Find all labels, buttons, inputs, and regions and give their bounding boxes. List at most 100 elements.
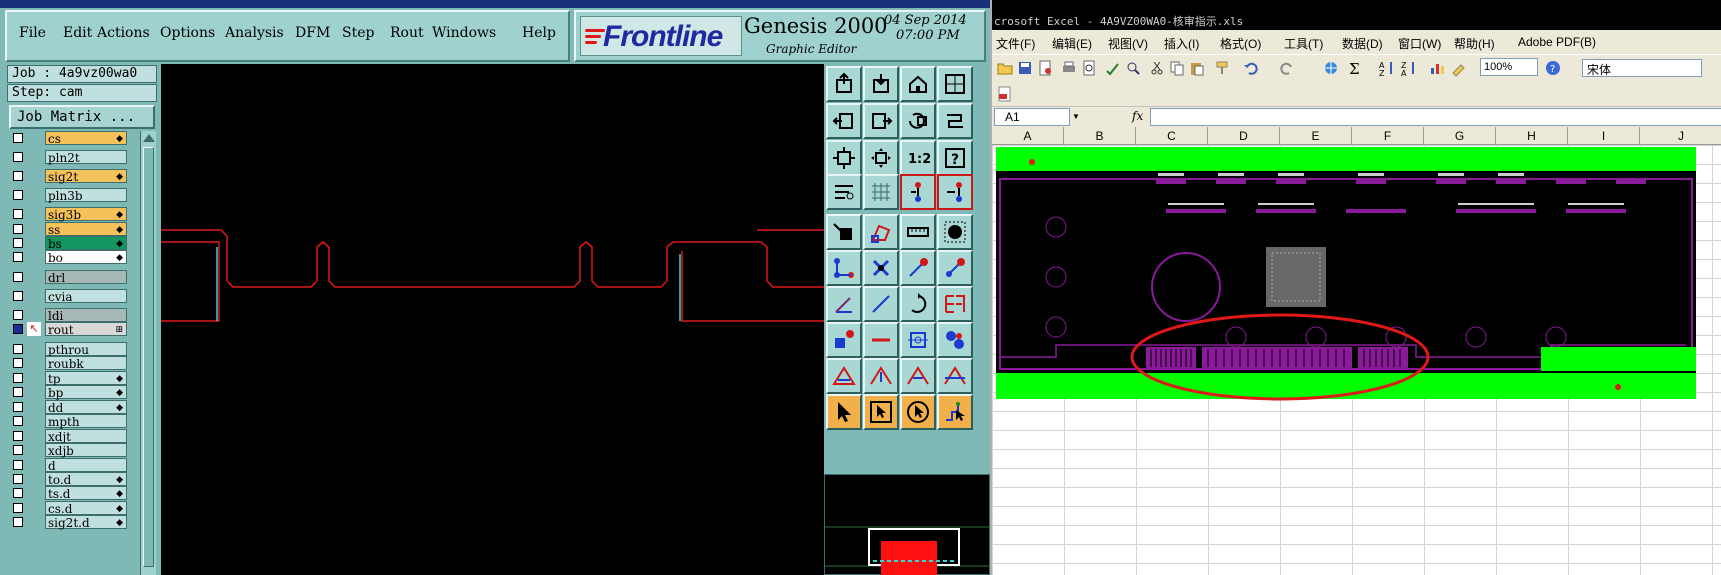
cross-tool-button[interactable] <box>863 250 899 286</box>
layer-name[interactable]: cvia <box>45 289 127 304</box>
format-painter-icon[interactable] <box>1214 59 1232 77</box>
menu-tools-cn[interactable]: 工具(T) <box>1284 35 1323 52</box>
undo-icon[interactable] <box>1242 59 1260 77</box>
column-header-c[interactable]: C <box>1136 127 1208 145</box>
layer-row-ldi[interactable]: ldi <box>7 308 127 323</box>
spellcheck-icon[interactable] <box>1104 59 1122 77</box>
layer-checkbox[interactable] <box>13 252 23 262</box>
layer-checkbox[interactable] <box>13 387 23 397</box>
layer-name[interactable]: rout ⊞ <box>45 322 127 337</box>
layer-checkbox[interactable] <box>13 209 23 219</box>
autosum-icon[interactable]: Σ <box>1346 59 1364 78</box>
layer-name[interactable]: sig2t ◆ <box>45 169 127 184</box>
layer-row-sig2t[interactable]: sig2t ◆ <box>7 169 127 184</box>
pad-select-tool-button[interactable] <box>826 322 862 358</box>
move-left-tool-button[interactable] <box>826 103 862 139</box>
layer-name[interactable]: ss ◆ <box>45 222 127 237</box>
layer-row-pln2t[interactable]: pln2t <box>7 150 127 165</box>
research-icon[interactable] <box>1124 59 1142 77</box>
formula-input[interactable] <box>1150 108 1721 126</box>
name-box[interactable]: A1 <box>994 108 1070 126</box>
center-tool-button[interactable] <box>863 140 899 176</box>
layer-row-ts-d[interactable]: ts.d ◆ <box>7 486 127 501</box>
column-header-b[interactable]: B <box>1064 127 1136 145</box>
menu-insert-cn[interactable]: 插入(I) <box>1164 35 1199 52</box>
layer-row-xdjt[interactable]: xdjt <box>7 429 127 444</box>
layer-checkbox[interactable] <box>13 503 23 513</box>
layer-name[interactable]: xdjb <box>45 443 127 458</box>
layer-checkbox[interactable] <box>13 402 23 412</box>
layer-checkbox[interactable] <box>13 373 23 383</box>
layer-row-cs-d[interactable]: cs.d ◆ <box>7 501 127 516</box>
pointer-route-tool-button[interactable] <box>937 394 973 430</box>
layer-checkbox[interactable] <box>13 517 23 527</box>
layer-row-d[interactable]: d <box>7 458 127 473</box>
permission-icon[interactable] <box>1036 59 1054 77</box>
layer-name[interactable]: roubk <box>45 356 127 371</box>
column-header-a[interactable]: A <box>992 127 1064 145</box>
pointer-box-tool-button[interactable] <box>863 394 899 430</box>
graphic-canvas[interactable] <box>161 64 824 575</box>
layer-checkbox[interactable] <box>13 171 23 181</box>
layer-name[interactable]: pln3b <box>45 188 127 203</box>
column-header-d[interactable]: D <box>1208 127 1280 145</box>
layer-name[interactable]: sig3b ◆ <box>45 207 127 222</box>
layer-row-cs[interactable]: cs ◆ <box>7 131 127 146</box>
layer-name[interactable]: dd ◆ <box>45 400 127 415</box>
pad-tool-button[interactable] <box>826 214 862 250</box>
angle-tool-button[interactable] <box>826 286 862 322</box>
menu-rout[interactable]: Rout <box>390 25 424 41</box>
home-tool-button[interactable] <box>900 66 936 102</box>
layer-name[interactable]: ldi <box>45 308 127 323</box>
layer-row-cvia[interactable]: cvia <box>7 289 127 304</box>
menu-options[interactable]: Options <box>160 25 215 41</box>
layer-checkbox[interactable] <box>13 152 23 162</box>
line-dot-tool-button[interactable] <box>900 250 936 286</box>
menu-format-cn[interactable]: 格式(O) <box>1220 35 1261 52</box>
column-header-i[interactable]: I <box>1568 127 1640 145</box>
menu-step[interactable]: Step <box>342 25 374 41</box>
menu-edit[interactable]: Edit <box>63 25 92 41</box>
snap-grid-tool-button[interactable] <box>863 174 899 210</box>
layer-checkbox[interactable] <box>13 272 23 282</box>
layer-checkbox[interactable] <box>13 474 23 484</box>
layer-checkbox[interactable] <box>13 445 23 455</box>
menu-help[interactable]: Help <box>522 25 556 41</box>
paste-icon[interactable] <box>1188 59 1206 77</box>
print-preview-icon[interactable] <box>1080 59 1098 77</box>
layer-checkbox[interactable] <box>13 416 23 426</box>
save-tool-button[interactable] <box>863 66 899 102</box>
triangle-d-tool-button[interactable] <box>937 358 973 394</box>
ratio-tool-button[interactable]: 1:2 <box>900 140 936 176</box>
redo-icon[interactable] <box>1278 59 1296 77</box>
ruler-tool-button[interactable] <box>900 214 936 250</box>
layer-name[interactable]: cs ◆ <box>45 131 127 146</box>
sort-descending-icon[interactable]: ZA <box>1400 59 1418 78</box>
pcb-screenshot-image[interactable] <box>996 147 1696 435</box>
layer-name[interactable]: bo ◆ <box>45 250 127 265</box>
sort-ascending-icon[interactable]: AZ <box>1378 59 1396 78</box>
layer-row-mpth[interactable]: mpth <box>7 414 127 429</box>
menu-file-cn[interactable]: 文件(F) <box>996 35 1035 52</box>
slash-tool-button[interactable] <box>863 286 899 322</box>
layer-name[interactable]: drl <box>45 270 127 285</box>
save-icon[interactable] <box>1016 59 1034 77</box>
layer-name[interactable]: bs ◆ <box>45 236 127 251</box>
layer-checkbox[interactable] <box>13 291 23 301</box>
name-box-dropdown-icon[interactable]: ▼ <box>1072 112 1080 121</box>
triangle-c-tool-button[interactable] <box>900 358 936 394</box>
print-icon[interactable] <box>1060 59 1078 77</box>
layer-row-roubk[interactable]: roubk <box>7 356 127 371</box>
net-b-tool-button[interactable] <box>937 174 973 210</box>
layer-name[interactable]: to.d ◆ <box>45 472 127 487</box>
hyperlink-icon[interactable] <box>1322 59 1340 77</box>
menu-actions[interactable]: Actions <box>97 25 150 41</box>
route-tool-button[interactable] <box>937 103 973 139</box>
scroll-up-icon[interactable] <box>143 134 155 142</box>
layer-name[interactable]: cs.d ◆ <box>45 501 127 516</box>
net-a-tool-button[interactable] <box>900 174 936 210</box>
layer-checkbox[interactable] <box>13 310 23 320</box>
menu-data-cn[interactable]: 数据(D) <box>1342 35 1383 52</box>
cut-icon[interactable] <box>1148 59 1166 77</box>
layer-row-sig3b[interactable]: sig3b ◆ <box>7 207 127 222</box>
